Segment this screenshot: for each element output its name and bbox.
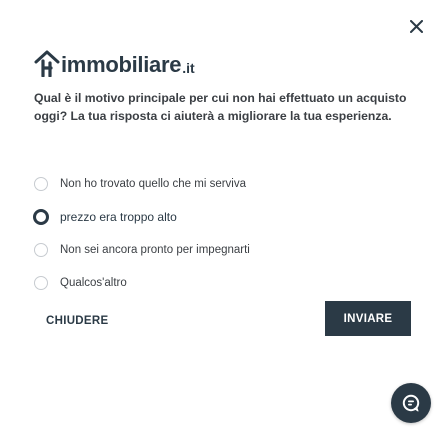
- option-not-found[interactable]: Non ho trovato quello che mi serviva: [34, 174, 250, 194]
- survey-question: Qual è il motivo principale per cui non …: [34, 91, 407, 123]
- dismiss-button[interactable]: CHIUDERE: [46, 315, 108, 327]
- option-label: prezzo era troppo alto: [60, 210, 177, 224]
- close-icon: [409, 19, 423, 33]
- option-label: Qualcos'altro: [60, 277, 127, 289]
- house-logo-icon: [34, 50, 60, 77]
- submit-button[interactable]: INVIARE: [325, 301, 411, 336]
- option-price-too-high[interactable]: prezzo era troppo alto: [33, 207, 250, 227]
- survey-options: Non ho trovato quello che mi serviva pre…: [33, 174, 250, 306]
- option-label: Non ho trovato quello che mi serviva: [60, 178, 247, 190]
- radio-button[interactable]: [34, 243, 48, 257]
- close-button[interactable]: [406, 16, 426, 36]
- chat-button[interactable]: [391, 383, 431, 423]
- option-label: Non sei ancora pronto per impegnarti: [60, 244, 250, 256]
- chat-icon: [402, 394, 420, 412]
- immobiliare-logo: immobiliare .it: [34, 43, 195, 77]
- radio-button[interactable]: [34, 177, 48, 191]
- option-not-ready[interactable]: Non sei ancora pronto per impegnarti: [34, 240, 250, 260]
- logo-text: immobiliare: [61, 52, 182, 77]
- radio-button[interactable]: [34, 276, 48, 290]
- option-something-else[interactable]: Qualcos'altro: [34, 273, 250, 293]
- radio-button-selected[interactable]: [33, 209, 49, 225]
- logo-tld: .it: [182, 60, 195, 76]
